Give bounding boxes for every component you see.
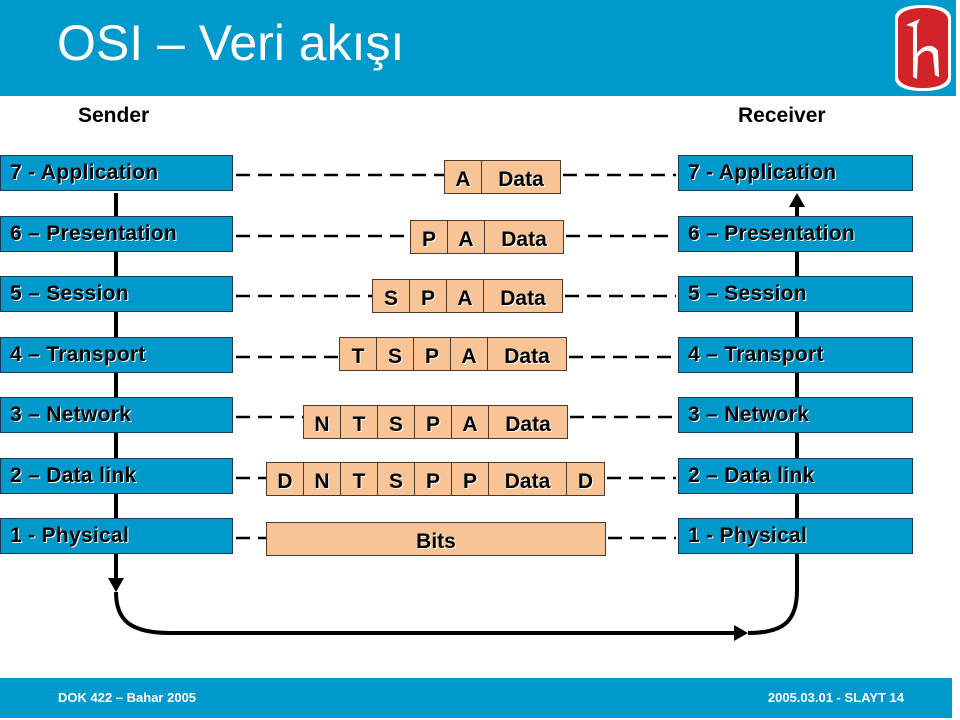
- receiver-layer-4: 4 – Transport: [678, 337, 913, 373]
- sender-layer-1: 1 - Physical: [0, 518, 233, 554]
- packet-cell-header-p: P: [415, 406, 452, 438]
- packet-cell-header-p: P: [414, 338, 451, 370]
- packet-cell-header-a: A: [447, 280, 484, 312]
- footer-bar: DOK 422 – Bahar 2005 2005.03.01 - SLAYT …: [0, 678, 952, 718]
- receiver-layer-7: 7 - Application: [678, 155, 913, 191]
- packet-cell-header-p: P: [411, 221, 448, 253]
- packet-cell-header-s: S: [373, 280, 410, 312]
- packet-cell-bits: Bits: [416, 530, 456, 553]
- sender-layer-6: 6 – Presentation: [0, 216, 233, 252]
- packet-layer-7: A Data: [444, 160, 561, 194]
- packet-layer-4: T S P A Data: [339, 337, 567, 371]
- packet-layer-1: Bits: [266, 522, 606, 556]
- packet-cell-header-s: S: [378, 406, 415, 438]
- packet-cell-header-p: P: [415, 463, 452, 495]
- packet-cell-header-d: D: [577, 470, 594, 493]
- packet-cell-header-p: P: [452, 463, 489, 495]
- packet-cell-header-a: A: [452, 406, 489, 438]
- transmission-path: [114, 591, 742, 635]
- packet-cell-header-s: S: [378, 463, 415, 495]
- sender-layer-3: 3 – Network: [0, 397, 233, 433]
- receiver-up-arrow-icon: [789, 193, 805, 207]
- packet-cell-header-s: S: [377, 338, 414, 370]
- packet-cell-header-t: T: [341, 463, 378, 495]
- packet-cell-header-d: D: [267, 463, 304, 495]
- packet-cell-header-t: T: [341, 406, 378, 438]
- footer-course: DOK 422 – Bahar 2005: [58, 690, 197, 705]
- transmission-right-arrow-icon: [734, 625, 748, 641]
- packet-layer-3: N T S P A Data: [303, 405, 568, 439]
- packet-layer-5: S P A Data: [372, 279, 563, 313]
- receiver-layer-2: 2 – Data link: [678, 458, 913, 494]
- sender-layer-4: 4 – Transport: [0, 337, 233, 373]
- packet-cell-data: Data: [504, 345, 550, 368]
- packet-cell-data: Data: [489, 463, 567, 495]
- packet-cell-header-a: A: [451, 338, 488, 370]
- packet-cell-header-n: N: [304, 406, 341, 438]
- sender-layer-2: 2 – Data link: [0, 458, 233, 494]
- receiver-layer-5: 5 – Session: [678, 276, 913, 312]
- packet-cell-data: Data: [500, 287, 546, 310]
- sender-layer-7: 7 - Application: [0, 155, 233, 191]
- receiver-layer-3: 3 – Network: [678, 397, 913, 433]
- packet-cell-header-a: A: [445, 161, 482, 193]
- packet-cell-header-t: T: [340, 338, 377, 370]
- packet-cell-header-a: A: [448, 221, 485, 253]
- packet-cell-header-p: P: [410, 280, 447, 312]
- packet-cell-data: Data: [498, 168, 544, 191]
- receiver-layer-6: 6 – Presentation: [678, 216, 913, 252]
- packet-cell-header-n: N: [304, 463, 341, 495]
- footer-slide-info: 2005.03.01 - SLAYT 14: [767, 690, 904, 705]
- packet-cell-data: Data: [505, 413, 551, 436]
- packet-layer-6: P A Data: [410, 220, 564, 254]
- packet-layer-2: D N T S P P Data D: [266, 462, 605, 496]
- packet-cell-data: Data: [501, 228, 547, 251]
- sender-down-arrow-icon: [108, 578, 124, 592]
- sender-layer-5: 5 – Session: [0, 276, 233, 312]
- receiver-layer-1: 1 - Physical: [678, 518, 913, 554]
